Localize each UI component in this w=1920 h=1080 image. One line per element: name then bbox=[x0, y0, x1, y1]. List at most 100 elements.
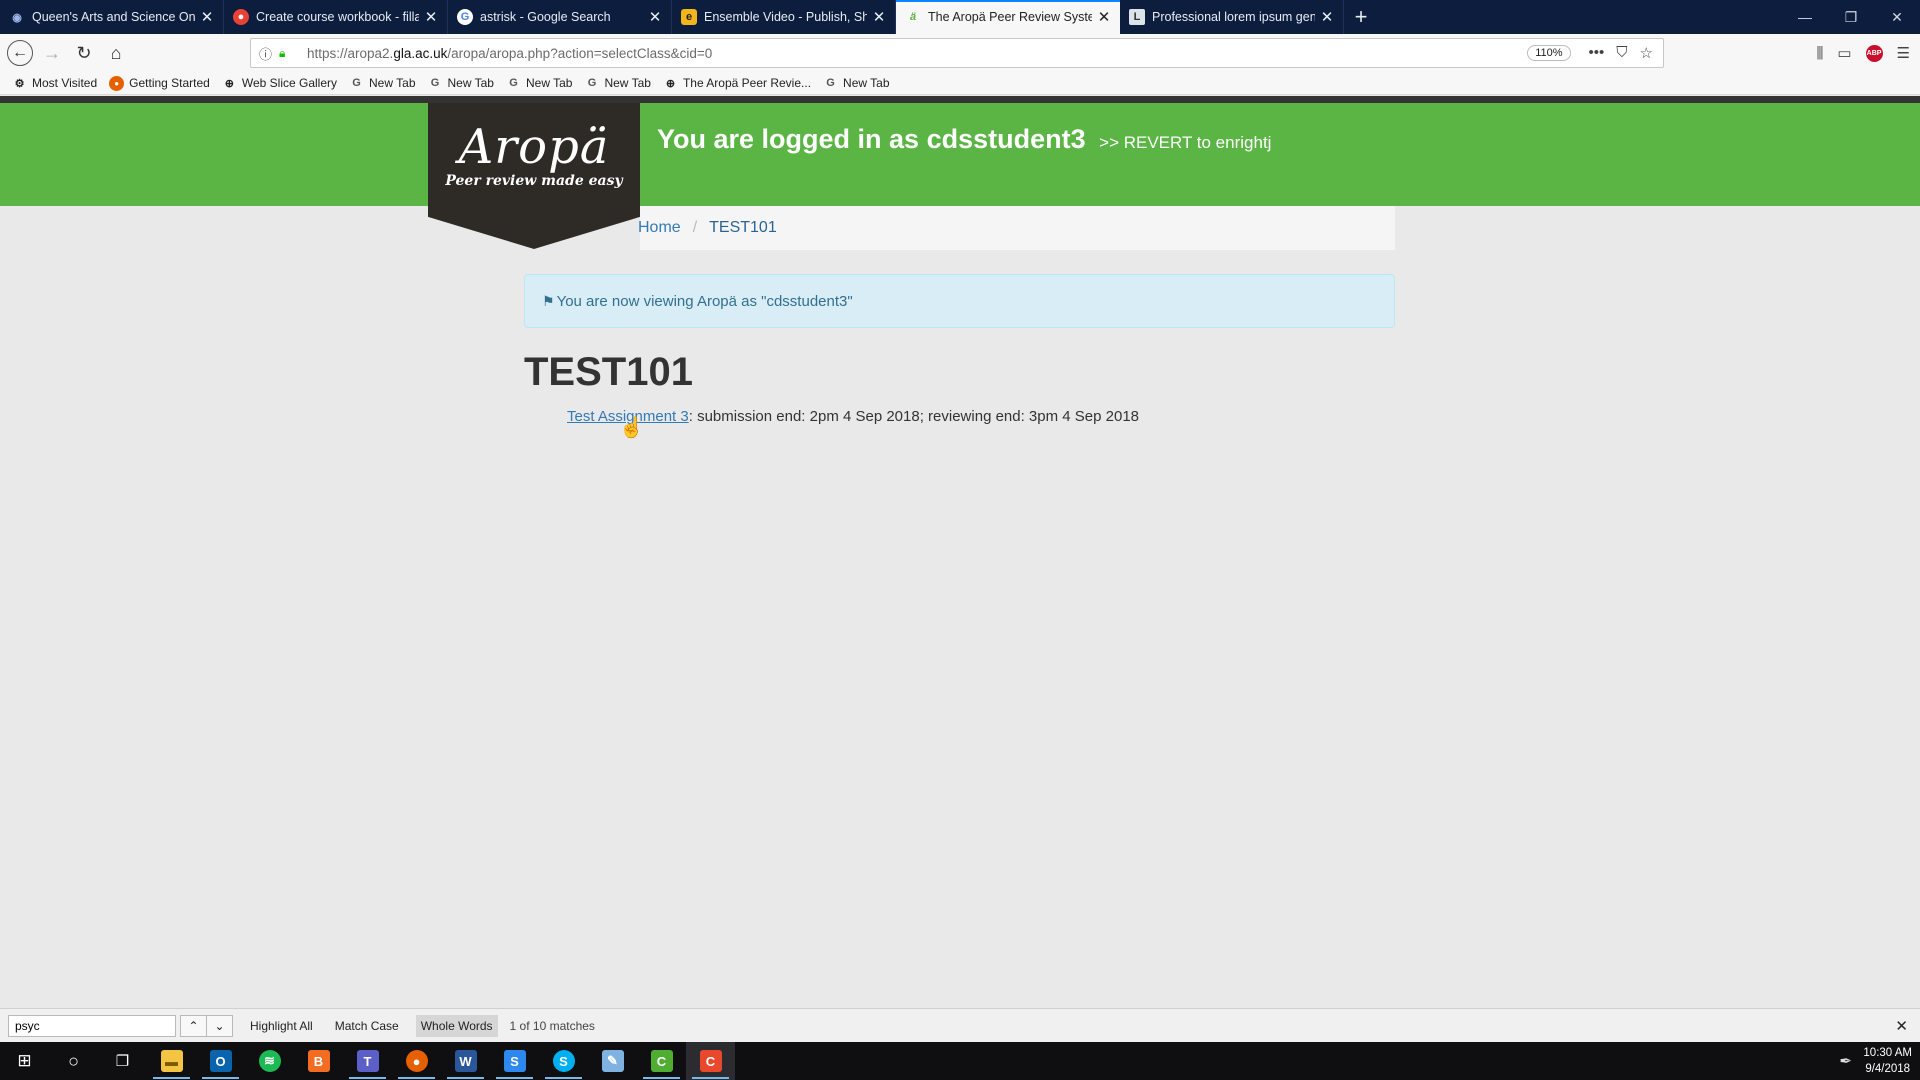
teams-icon: T bbox=[356, 1050, 379, 1072]
s-app-icon: S bbox=[503, 1050, 526, 1072]
close-tab-icon[interactable]: ✕ bbox=[871, 8, 887, 26]
chrome-icon: ● bbox=[233, 9, 249, 25]
menu-icon[interactable]: ☰ bbox=[1897, 44, 1910, 62]
bookmark-item[interactable]: G New Tab bbox=[428, 76, 494, 91]
revert-link[interactable]: >> REVERT to enrightj bbox=[1099, 133, 1271, 152]
bookmark-label: New Tab bbox=[843, 76, 890, 90]
bookmark-label: The Aropä Peer Revie... bbox=[682, 76, 812, 90]
back-button[interactable]: ← bbox=[4, 37, 36, 69]
logged-in-prefix: You are logged in as bbox=[657, 124, 920, 154]
home-button[interactable]: ⌂ bbox=[100, 37, 132, 69]
taskbar-skype[interactable]: S bbox=[539, 1042, 588, 1080]
taskbar-teams[interactable]: T bbox=[343, 1042, 392, 1080]
google-icon: G bbox=[457, 9, 473, 25]
close-tab-icon[interactable]: ✕ bbox=[423, 8, 439, 26]
bookmark-label: New Tab bbox=[525, 76, 573, 90]
google-icon: G bbox=[430, 77, 440, 89]
bookmark-item[interactable]: G New Tab bbox=[584, 76, 651, 91]
whole-words-toggle[interactable]: Whole Words bbox=[415, 1014, 498, 1037]
browser-tab[interactable]: e Ensemble Video - Publish, Shar ✕ bbox=[672, 0, 896, 34]
match-case-toggle[interactable]: Match Case bbox=[330, 1015, 404, 1037]
browser-tab[interactable]: L Professional lorem ipsum gene ✕ bbox=[1120, 0, 1344, 34]
taskbar-file-explorer[interactable]: ▬ bbox=[147, 1042, 196, 1080]
windows-taskbar: ⊞ ○ ❐ ▬ O ≋ B T ● W S S ✎ C C ✒ 10:30 AM… bbox=[0, 1042, 1920, 1080]
lock-icon[interactable]: 🔒︎ bbox=[279, 46, 297, 61]
breadcrumb-separator: / bbox=[692, 219, 698, 236]
find-next-button[interactable]: ⌄ bbox=[206, 1014, 233, 1037]
restore-icon[interactable]: ❐ bbox=[1828, 0, 1874, 34]
bookmark-star-icon[interactable]: ☆ bbox=[1640, 44, 1653, 62]
taskbar-outlook[interactable]: O bbox=[196, 1042, 245, 1080]
bookmark-item[interactable]: G New Tab bbox=[823, 76, 889, 91]
adblock-icon[interactable]: ABP bbox=[1865, 44, 1883, 62]
minimize-icon[interactable]: — bbox=[1782, 0, 1828, 34]
browser-tab[interactable]: ◉ Queen's Arts and Science Online H ✕ bbox=[0, 0, 224, 34]
task-view-button[interactable]: ❐ bbox=[98, 1042, 147, 1080]
browser-tab[interactable]: G astrisk - Google Search ✕ bbox=[448, 0, 672, 34]
reload-button[interactable]: ↻ bbox=[68, 37, 100, 69]
close-window-icon[interactable]: ✕ bbox=[1874, 0, 1920, 34]
windows-logo-icon: ⊞ bbox=[17, 1051, 32, 1070]
close-tab-icon[interactable]: ✕ bbox=[199, 8, 215, 26]
bookmark-item[interactable]: G New Tab bbox=[506, 76, 572, 91]
username: cdsstudent3 bbox=[926, 124, 1086, 154]
bookmark-item[interactable]: ⊕ The Aropä Peer Revie... bbox=[663, 76, 811, 91]
browser-tab[interactable]: ● Create course workbook - fillab ✕ bbox=[224, 0, 448, 34]
flag-icon: ⚑ bbox=[542, 292, 555, 309]
window-controls: — ❐ ✕ bbox=[1782, 0, 1920, 34]
find-input[interactable] bbox=[8, 1014, 176, 1037]
bookmark-item[interactable]: ⚙ Most Visited bbox=[12, 76, 98, 91]
info-icon[interactable]: ⓘ bbox=[259, 44, 279, 63]
find-previous-button[interactable]: ⌃ bbox=[180, 1014, 207, 1037]
taskbar-camtasia[interactable]: C bbox=[637, 1042, 686, 1080]
ensemble-icon: e bbox=[681, 9, 697, 25]
site-logo[interactable]: Aropä Peer review made easy bbox=[428, 103, 640, 249]
bookmark-item[interactable]: ● Getting Started bbox=[109, 75, 210, 91]
logo-wordmark: Aropä bbox=[458, 119, 610, 175]
breadcrumb: Home / TEST101 bbox=[638, 206, 1395, 250]
taskbar-word[interactable]: W bbox=[441, 1042, 490, 1080]
bookmark-item[interactable]: ⊕ Web Slice Gallery bbox=[222, 76, 337, 91]
globe-icon: ◉ bbox=[12, 11, 22, 24]
notepad-icon: ✎ bbox=[601, 1050, 624, 1072]
logged-in-banner: You are logged in as cdsstudent3 >> REVE… bbox=[657, 124, 1271, 155]
taskbar-spotify[interactable]: ≋ bbox=[245, 1042, 294, 1080]
toolbar-right: ⫼ ▭ ABP ☰ bbox=[1816, 34, 1910, 72]
taskbar-app-b[interactable]: B bbox=[294, 1042, 343, 1080]
close-tab-icon[interactable]: ✕ bbox=[1096, 8, 1112, 26]
close-tab-icon[interactable]: ✕ bbox=[1319, 8, 1335, 26]
find-status: 1 of 10 matches bbox=[509, 1018, 595, 1033]
taskbar-app-s[interactable]: S bbox=[490, 1042, 539, 1080]
new-tab-button[interactable]: + bbox=[1344, 0, 1378, 34]
cortana-button[interactable]: ○ bbox=[49, 1042, 98, 1080]
zoom-indicator[interactable]: 110% bbox=[1527, 45, 1571, 61]
browser-tab-active[interactable]: ä The Aropä Peer Review System ✕ bbox=[896, 0, 1120, 34]
close-find-bar-icon[interactable]: ✕ bbox=[1895, 1017, 1908, 1035]
home-icon: ⌂ bbox=[110, 42, 122, 63]
tab-title: The Aropä Peer Review System bbox=[928, 10, 1092, 24]
spotify-icon: ≋ bbox=[258, 1050, 281, 1072]
breadcrumb-home-link[interactable]: Home bbox=[638, 219, 681, 237]
forward-button[interactable]: → bbox=[36, 37, 68, 69]
pocket-icon[interactable]: ⛉ bbox=[1616, 44, 1627, 62]
search-circle-icon: ○ bbox=[68, 1050, 79, 1071]
bookmark-label: Web Slice Gallery bbox=[241, 76, 338, 90]
windows-start-button[interactable]: ⊞ bbox=[0, 1042, 49, 1080]
browser-tab-strip: ◉ Queen's Arts and Science Online H ✕ ● … bbox=[0, 0, 1920, 34]
close-tab-icon[interactable]: ✕ bbox=[647, 8, 663, 26]
url-text[interactable]: https://aropa2.gla.ac.uk/aropa/aropa.php… bbox=[307, 46, 1527, 61]
sidebar-icon[interactable]: ▭ bbox=[1837, 44, 1851, 62]
bookmark-item[interactable]: G New Tab bbox=[349, 76, 415, 91]
system-clock[interactable]: 10:30 AM 9/4/2018 bbox=[1863, 1042, 1912, 1080]
more-actions-icon[interactable]: ••• bbox=[1589, 44, 1605, 62]
alert-text: You are now viewing Aropä as "cdsstudent… bbox=[556, 292, 853, 310]
library-icon[interactable]: ⫼ bbox=[1816, 45, 1823, 62]
url-bar[interactable]: ⓘ 🔒︎ https://aropa2.gla.ac.uk/aropa/arop… bbox=[250, 38, 1664, 68]
highlight-all-toggle[interactable]: Highlight All bbox=[245, 1015, 318, 1037]
taskbar-recorder[interactable]: C bbox=[686, 1042, 735, 1080]
taskbar-notepad[interactable]: ✎ bbox=[588, 1042, 637, 1080]
taskbar-firefox[interactable]: ● bbox=[392, 1042, 441, 1080]
pen-icon[interactable]: ✒ bbox=[1839, 1052, 1852, 1070]
info-alert: ⚑ You are now viewing Aropä as "cdsstude… bbox=[524, 274, 1395, 328]
word-icon: W bbox=[454, 1050, 477, 1072]
